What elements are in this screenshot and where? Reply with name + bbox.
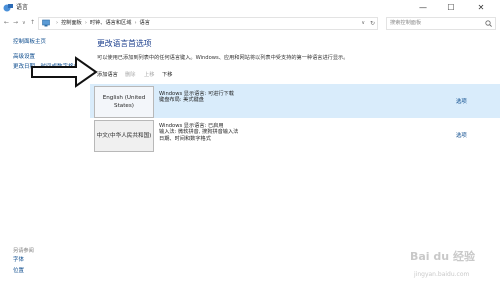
breadcrumb-separator[interactable]: › [85, 20, 87, 26]
input-methods: 输入法: 微软拼音, 搜狗拼音输入法 [159, 129, 239, 136]
watermark-url: jingyan.baidu.com [414, 271, 470, 278]
title-bar: 语言 — ☐ ✕ [0, 0, 500, 17]
refresh-button[interactable]: ↻ [370, 18, 375, 29]
language-tile[interactable]: 中文(中华人民共和国) [94, 120, 154, 152]
page-title: 更改语言首选项 [97, 39, 152, 48]
back-button[interactable]: ← [4, 17, 9, 29]
breadcrumb-clock-language-region[interactable]: 时钟、语言和区域 [90, 20, 132, 26]
see-also-heading: 另请参阅 [13, 248, 34, 254]
search-input[interactable]: 搜索控制面板 [386, 17, 496, 30]
options-link[interactable]: 选项 [456, 132, 467, 140]
page-description: 可以使用已添加到列表中的任何语言键入。Windows、应用和网站将以列表中受支持… [97, 55, 349, 61]
recent-locations-button[interactable]: ∨ [22, 17, 26, 29]
language-row[interactable]: English (United States) Windows 显示语言: 可进… [90, 84, 500, 119]
language-tile[interactable]: English (United States) [94, 86, 154, 118]
up-button[interactable]: ↑ [30, 17, 35, 29]
control-panel-icon [42, 19, 50, 27]
close-button[interactable]: ✕ [470, 0, 492, 16]
keyboard-layout: 键盘布局: 美式键盘 [159, 97, 204, 104]
sidebar-item-fonts[interactable]: 字体 [13, 256, 24, 264]
address-field[interactable]: › 控制面板 › 时钟、语言和区域 › 语言 ∨ ↻ [38, 17, 378, 30]
search-placeholder: 搜索控制面板 [390, 20, 422, 26]
options-link[interactable]: 选项 [456, 98, 467, 106]
search-icon [485, 20, 492, 27]
language-icon [3, 4, 13, 12]
add-language-button[interactable]: 添加语言 [97, 71, 118, 79]
breadcrumb-separator[interactable]: › [134, 20, 136, 26]
address-bar: ← → ∨ ↑ › 控制面板 › 时钟、语言和区域 › 语言 ∨ ↻ 搜索控制面板 [0, 16, 500, 30]
sidebar-item-control-panel-home[interactable]: 控制面板主页 [13, 38, 46, 46]
date-time-format: 日期、时间和数字格式 [159, 135, 211, 142]
breadcrumb-language[interactable]: 语言 [140, 20, 150, 26]
window-title: 语言 [16, 4, 29, 11]
language-details: Windows 显示语言: 已启用 输入法: 微软拼音, 搜狗拼音输入法 日期、… [159, 123, 238, 142]
breadcrumb: › 控制面板 › 时钟、语言和区域 › 语言 [53, 18, 150, 29]
watermark: Bai du 经验 jingyan.baidu.com [402, 246, 498, 284]
language-row[interactable]: 中文(中华人民共和国) Windows 显示语言: 已启用 输入法: 微软拼音,… [90, 118, 500, 153]
annotation-arrow [31, 56, 98, 88]
sidebar-item-location[interactable]: 位置 [13, 267, 24, 275]
move-down-button[interactable]: 下移 [162, 71, 172, 79]
remove-language-button[interactable]: 删除 [125, 71, 135, 79]
address-dropdown-button[interactable]: ∨ [361, 18, 365, 29]
minimize-button[interactable]: — [412, 0, 434, 16]
breadcrumb-control-panel[interactable]: 控制面板 [61, 20, 82, 26]
maximize-button[interactable]: ☐ [440, 0, 462, 16]
language-toolbar: 添加语言 删除 上移 下移 [90, 68, 500, 81]
breadcrumb-separator: › [56, 20, 59, 26]
language-details: Windows 显示语言: 可进行下载 键盘布局: 美式键盘 [159, 91, 234, 104]
forward-button[interactable]: → [13, 17, 18, 29]
watermark-logo: Bai du 经验 [410, 250, 475, 263]
move-up-button[interactable]: 上移 [144, 71, 154, 79]
